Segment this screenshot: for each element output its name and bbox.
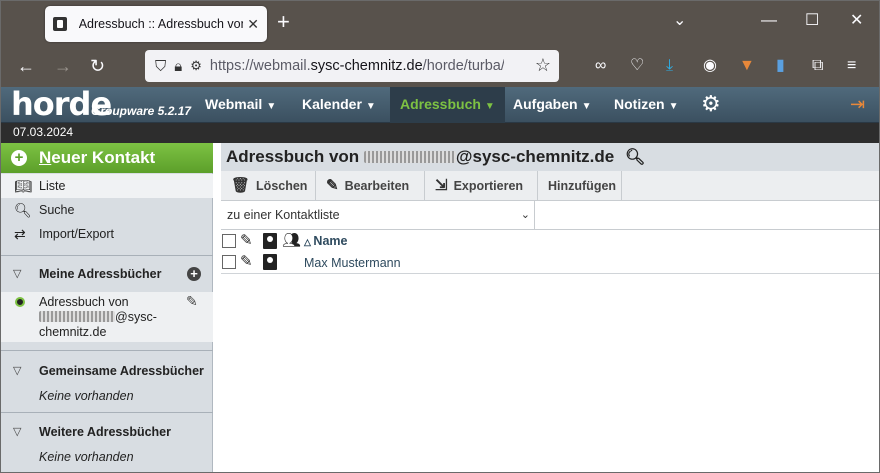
maximize-icon[interactable]: ☐ — [805, 13, 819, 29]
main-content: Adressbuch von @sysc-chemnitz.de 🔍︎ 🗑︎ Lö… — [221, 143, 879, 472]
logout-icon[interactable]: ⇥ — [850, 94, 865, 115]
pencil-icon: ✎ — [326, 177, 339, 194]
delete-button[interactable]: 🗑︎ Löschen — [221, 171, 316, 201]
mask-icon[interactable]: ∞ — [595, 57, 606, 75]
shield-icon[interactable]: ⛉ — [155, 58, 166, 75]
url-text[interactable]: https://webmail.sysc-chemnitz.de/horde/t… — [210, 58, 504, 74]
name-column-header[interactable]: △ Name — [304, 234, 347, 248]
table-header: ✎ 👥︎ △ Name — [221, 231, 879, 253]
chevron-down-icon: ⌄ — [520, 209, 530, 221]
search-icon: 🔍︎ — [14, 202, 32, 218]
chevron-down-icon: ▼ — [365, 101, 376, 112]
active-addressbook-icon — [15, 297, 25, 307]
search-icon[interactable]: 🔍︎ — [625, 149, 645, 166]
sort-triangle-icon: △ — [304, 237, 314, 247]
sidebar-item-import-export[interactable]: ⇄ Import/Export — [1, 222, 213, 246]
chevron-down-icon: ▼ — [668, 101, 679, 112]
address-bar[interactable]: ⛉ 🔒︎ ⚙︎ https://webmail.sysc-chemnitz.de… — [145, 50, 559, 82]
other-addressbooks-section: ▽ Weitere Adressbücher Keine vorhanden — [1, 412, 213, 472]
other-empty-text: Keine vorhanden — [39, 450, 134, 464]
tab-strip: Adressbuch :: Adressbuch von : ✕ + ⌄ — ☐… — [1, 1, 879, 45]
sidebar-item-liste[interactable]: 📖︎ Liste — [1, 174, 213, 198]
filter-bar: zu einer Kontaktliste ⌄ — [221, 201, 879, 230]
shared-empty-text: Keine vorhanden — [39, 389, 134, 403]
menu-aufgaben[interactable]: Aufgaben ▼ — [503, 87, 601, 123]
settings-gear-icon[interactable]: ⚙ — [701, 91, 721, 117]
my-addressbooks-title[interactable]: Meine Adressbücher — [39, 267, 162, 281]
book-icon: 📖︎ — [14, 178, 32, 194]
horde-version: Groupware 5.2.17 — [91, 104, 192, 118]
redacted-username — [363, 151, 456, 163]
chevron-down-icon: ▼ — [484, 101, 495, 112]
close-window-icon[interactable]: ✕ — [850, 13, 863, 29]
tab-adressbuch[interactable]: Adressbuch :: Adressbuch von : ✕ — [45, 6, 267, 42]
addressbook-favicon-icon — [53, 17, 67, 31]
menu-kalender[interactable]: Kalender ▼ — [292, 87, 386, 123]
menu-webmail[interactable]: Webmail ▼ — [195, 87, 286, 123]
chevron-down-icon: ▼ — [581, 101, 592, 112]
download-icon[interactable]: ⤓ — [666, 57, 673, 75]
shared-addressbooks-section: ▽ Gemeinsame Adressbücher Keine vorhande… — [1, 350, 213, 412]
row-checkbox[interactable] — [222, 255, 236, 269]
extension-bookmark-icon[interactable]: ▮ — [776, 57, 785, 75]
add-button[interactable]: Hinzufügen — [538, 171, 622, 201]
addressbook-name-line1: Adressbuch von — [39, 295, 129, 309]
table-row[interactable]: ✎ Max Mustermann — [221, 252, 879, 274]
select-all-checkbox[interactable] — [222, 234, 236, 248]
shared-addressbooks-title[interactable]: Gemeinsame Adressbücher — [39, 364, 204, 378]
trash-icon: 🗑︎ — [231, 177, 251, 194]
forward-icon[interactable]: → — [54, 55, 72, 77]
chevron-down-icon: ▼ — [266, 101, 277, 112]
date-bar: 07.03.2024 — [1, 123, 879, 143]
addressbook-item[interactable]: Adressbuch von @sysc- chemnitz.de ✎ — [1, 292, 213, 342]
contact-card-icon — [263, 233, 277, 249]
edit-column-icon: ✎ — [240, 232, 253, 249]
export-icon: ⇲ — [435, 177, 448, 194]
account-icon[interactable]: ◉ — [703, 57, 717, 75]
edit-button[interactable]: ✎ Bearbeiten — [316, 171, 425, 201]
menu-adressbuch[interactable]: Adressbuch ▼ — [390, 87, 505, 123]
reload-icon[interactable]: ↻ — [90, 55, 105, 77]
permissions-icon[interactable]: ⚙︎ — [190, 58, 202, 74]
import-export-icon: ⇄ — [14, 226, 26, 242]
add-addressbook-icon[interactable]: + — [187, 267, 201, 281]
action-toolbar: 🗑︎ Löschen ✎ Bearbeiten ⇲ Exportieren Hinzu… — [221, 171, 879, 201]
minimize-icon[interactable]: — — [761, 13, 777, 29]
contact-list-select[interactable]: zu einer Kontaktliste ⌄ — [221, 201, 535, 229]
tab-list-chevron-icon[interactable]: ⌄ — [673, 13, 686, 29]
plus-icon: + — [11, 150, 27, 166]
group-icon: 👥︎ — [282, 232, 302, 249]
collapse-triangle-icon[interactable]: ▽ — [13, 364, 21, 377]
menu-notizen[interactable]: Notizen ▼ — [604, 87, 688, 123]
other-addressbooks-title[interactable]: Weitere Adressbücher — [39, 425, 171, 439]
new-tab-icon[interactable]: + — [277, 11, 290, 33]
export-button[interactable]: ⇲ Exportieren — [425, 171, 538, 201]
extensions-puzzle-icon[interactable]: ⧉ — [812, 57, 823, 75]
sidebar: + Neuer Kontakt 📖︎ Liste 🔍︎ Suche ⇄ Impo… — [1, 143, 213, 472]
pocket-icon[interactable]: ♡ — [630, 57, 644, 75]
new-contact-button[interactable]: + Neuer Kontakt — [1, 143, 213, 173]
menu-icon[interactable]: ≡ — [847, 57, 856, 75]
lock-icon[interactable]: 🔒︎ — [174, 58, 182, 75]
bookmark-star-icon[interactable]: ☆ — [535, 55, 551, 76]
contact-name[interactable]: Max Mustermann — [304, 256, 401, 270]
collapse-triangle-icon[interactable]: ▽ — [13, 267, 21, 280]
edit-contact-icon[interactable]: ✎ — [240, 253, 253, 271]
edit-pencil-icon[interactable]: ✎ — [186, 293, 198, 310]
my-addressbooks-section: ▽ Meine Adressbücher + Adressbuch von @s… — [1, 255, 213, 345]
extension-fox-icon[interactable]: ▼ — [739, 57, 755, 75]
back-icon[interactable]: ← — [17, 55, 35, 77]
close-tab-icon[interactable]: ✕ — [247, 16, 259, 33]
sidebar-item-suche[interactable]: 🔍︎ Suche — [1, 198, 213, 222]
current-date: 07.03.2024 — [13, 125, 74, 139]
navigation-toolbar: ← → ↻ ⛉ 🔒︎ ⚙︎ https://webmail.sysc-chemn… — [1, 45, 879, 87]
contact-card-icon[interactable] — [263, 254, 277, 270]
tab-title: Adressbuch :: Adressbuch von : — [78, 17, 244, 31]
browser-window: Adressbuch :: Adressbuch von : ✕ + ⌄ — ☐… — [0, 0, 880, 473]
horde-topbar: horde Groupware 5.2.17 Webmail ▼ Kalender… — [1, 87, 879, 123]
collapse-triangle-icon[interactable]: ▽ — [13, 425, 21, 438]
redacted-username — [39, 311, 115, 322]
page-title: Adressbuch von @sysc-chemnitz.de 🔍︎ — [221, 143, 879, 171]
